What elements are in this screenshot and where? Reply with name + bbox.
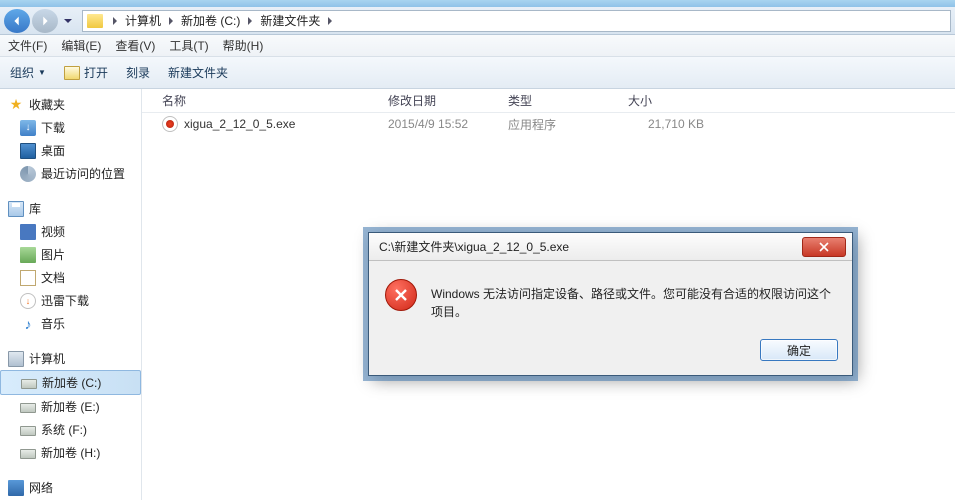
chevron-right-icon	[246, 17, 254, 25]
open-icon	[64, 66, 80, 80]
file-row[interactable]: xigua_2_12_0_5.exe 2015/4/9 15:52 应用程序 2…	[142, 113, 955, 135]
breadcrumb-drive[interactable]: 新加卷 (C:)	[179, 10, 242, 31]
breadcrumb-computer[interactable]: 计算机	[123, 10, 163, 31]
column-size[interactable]: 大小	[628, 88, 718, 113]
menu-file[interactable]: 文件(F)	[8, 37, 47, 54]
recent-icon	[20, 166, 36, 182]
new-folder-button[interactable]: 新建文件夹	[168, 64, 228, 81]
column-name[interactable]: 名称	[162, 88, 388, 113]
drive-icon	[20, 403, 36, 413]
sidebar-drive-f[interactable]: 系统 (F:)	[0, 418, 141, 441]
breadcrumb-folder[interactable]: 新建文件夹	[258, 10, 322, 31]
menu-edit[interactable]: 编辑(E)	[61, 37, 101, 54]
xunlei-icon	[20, 293, 36, 309]
folder-icon	[87, 14, 103, 28]
window-titlebar	[0, 0, 955, 7]
drive-icon	[21, 379, 37, 389]
star-icon: ★	[8, 97, 24, 113]
chevron-down-icon: ▼	[38, 68, 46, 77]
sidebar-drive-h[interactable]: 新加卷 (H:)	[0, 441, 141, 464]
file-size: 21,710 KB	[628, 117, 718, 131]
dialog-message: Windows 无法访问指定设备、路径或文件。您可能没有合适的权限访问这个项目。	[431, 279, 836, 321]
organize-button[interactable]: 组织▼	[10, 64, 46, 81]
drive-icon	[20, 449, 36, 459]
sidebar-drive-e[interactable]: 新加卷 (E:)	[0, 395, 141, 418]
sidebar-network[interactable]: 网络	[0, 476, 141, 499]
back-button[interactable]	[4, 9, 30, 33]
file-type: 应用程序	[508, 116, 628, 133]
document-icon	[20, 270, 36, 286]
burn-button[interactable]: 刻录	[126, 64, 150, 81]
chevron-right-icon	[111, 17, 119, 25]
toolbar: 组织▼ 打开 刻录 新建文件夹	[0, 57, 955, 89]
close-button[interactable]	[802, 237, 846, 257]
error-icon	[385, 279, 417, 311]
sidebar-computer[interactable]: 计算机	[0, 347, 141, 370]
file-name: xigua_2_12_0_5.exe	[184, 117, 295, 131]
video-icon	[20, 224, 36, 240]
network-icon	[8, 480, 24, 496]
chevron-right-icon	[167, 17, 175, 25]
exe-icon	[162, 116, 178, 132]
menu-bar: 文件(F) 编辑(E) 查看(V) 工具(T) 帮助(H)	[0, 35, 955, 57]
sidebar-drive-c[interactable]: 新加卷 (C:)	[0, 370, 141, 395]
drive-icon	[20, 426, 36, 436]
menu-tools[interactable]: 工具(T)	[169, 37, 208, 54]
address-bar[interactable]: 计算机 新加卷 (C:) 新建文件夹	[82, 10, 951, 32]
sidebar-xunlei[interactable]: 迅雷下载	[0, 289, 141, 312]
library-icon	[8, 201, 24, 217]
history-dropdown[interactable]	[60, 9, 76, 33]
column-type[interactable]: 类型	[508, 88, 628, 113]
error-dialog: C:\新建文件夹\xigua_2_12_0_5.exe Windows 无法访问…	[368, 232, 853, 376]
sidebar-downloads[interactable]: 下载	[0, 116, 141, 139]
open-button[interactable]: 打开	[64, 64, 108, 81]
forward-button[interactable]	[32, 9, 58, 33]
menu-help[interactable]: 帮助(H)	[223, 37, 264, 54]
dialog-title: C:\新建文件夹\xigua_2_12_0_5.exe	[379, 238, 802, 255]
navigation-pane: ★收藏夹 下载 桌面 最近访问的位置 库 视频 图片 文档 迅雷下载 ♪音乐 计…	[0, 89, 142, 500]
sidebar-favorites[interactable]: ★收藏夹	[0, 93, 141, 116]
dialog-titlebar[interactable]: C:\新建文件夹\xigua_2_12_0_5.exe	[369, 233, 852, 261]
computer-icon	[8, 351, 24, 367]
desktop-icon	[20, 143, 36, 159]
column-date[interactable]: 修改日期	[388, 88, 508, 113]
picture-icon	[20, 247, 36, 263]
sidebar-libraries[interactable]: 库	[0, 197, 141, 220]
ok-button[interactable]: 确定	[760, 339, 838, 361]
column-headers: 名称 修改日期 类型 大小	[142, 89, 955, 113]
chevron-right-icon	[326, 17, 334, 25]
navigation-bar: 计算机 新加卷 (C:) 新建文件夹	[0, 7, 955, 35]
menu-view[interactable]: 查看(V)	[115, 37, 155, 54]
sidebar-desktop[interactable]: 桌面	[0, 139, 141, 162]
download-icon	[20, 120, 36, 136]
sidebar-pictures[interactable]: 图片	[0, 243, 141, 266]
sidebar-documents[interactable]: 文档	[0, 266, 141, 289]
file-date: 2015/4/9 15:52	[388, 117, 508, 131]
music-icon: ♪	[20, 316, 36, 332]
sidebar-videos[interactable]: 视频	[0, 220, 141, 243]
sidebar-music[interactable]: ♪音乐	[0, 312, 141, 335]
sidebar-recent[interactable]: 最近访问的位置	[0, 162, 141, 185]
